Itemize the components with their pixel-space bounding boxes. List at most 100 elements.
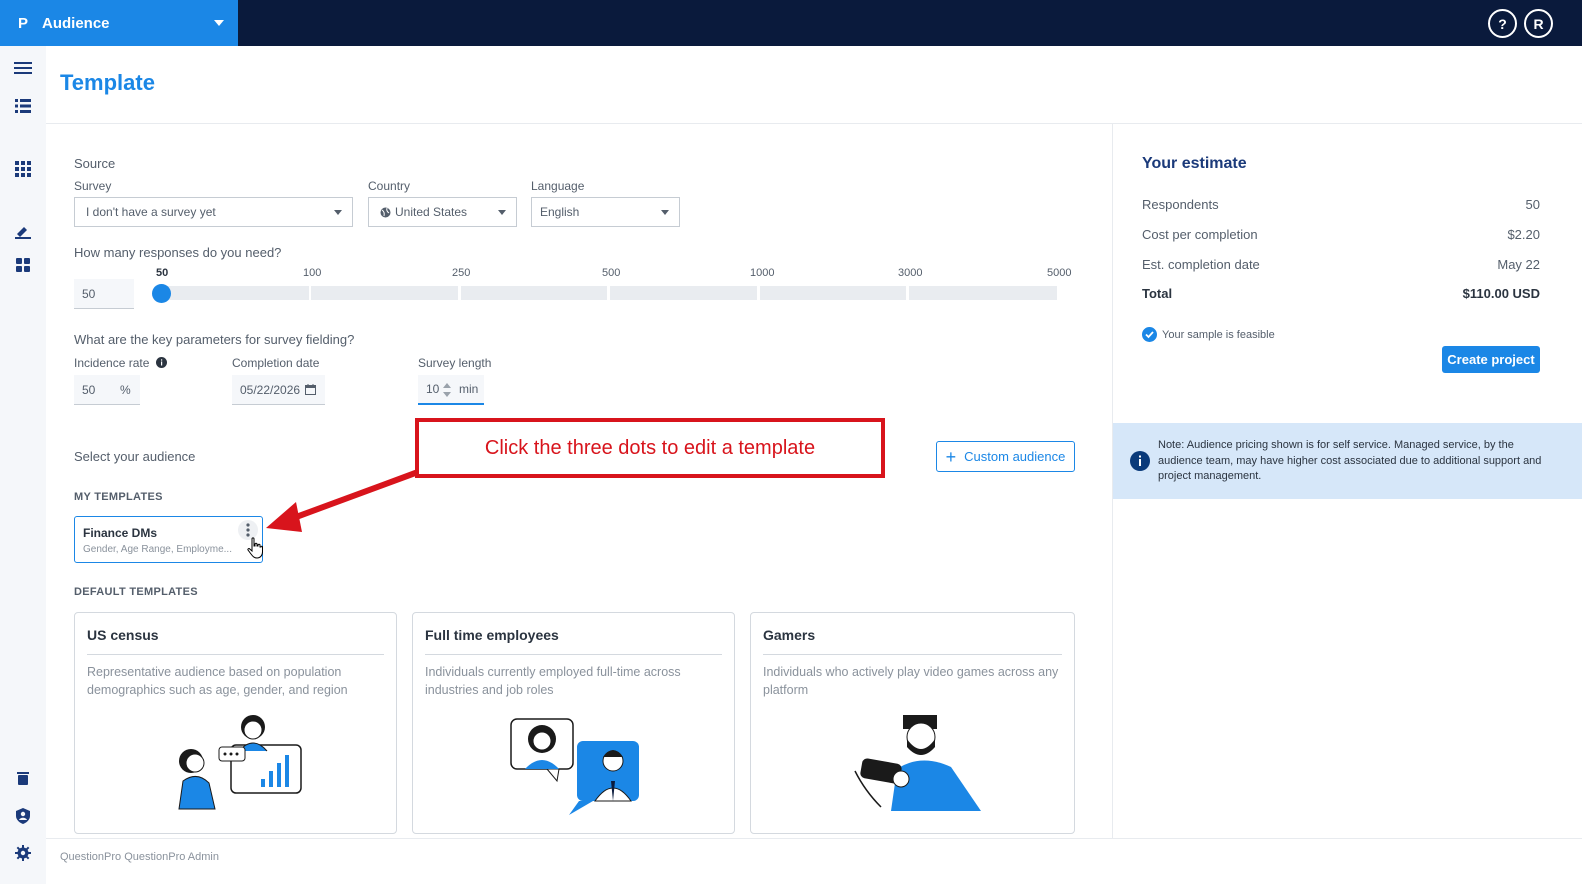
my-templates-heading: MY TEMPLATES [74, 491, 163, 503]
plus-icon: + [945, 446, 957, 467]
slider-handle[interactable] [152, 284, 171, 303]
feasible-text: Your sample is feasible [1162, 328, 1275, 341]
pricing-note-text: Note: Audience pricing shown is for self… [1158, 439, 1542, 482]
incidence-label: Incidence rate [74, 356, 167, 370]
country-select-value: United States [395, 205, 468, 219]
template-description: Representative audience based on populat… [87, 665, 348, 697]
incidence-input[interactable]: 50 % [74, 375, 140, 405]
survey-length-label: Survey length [418, 356, 492, 370]
select-audience-label: Select your audience [74, 449, 196, 464]
completion-date-input[interactable]: 05/22/2026 [232, 375, 325, 405]
estimate-value: May 22 [1497, 257, 1540, 272]
estimate-label: Total [1142, 286, 1173, 301]
template-description: Individuals who actively play video game… [763, 665, 1059, 697]
estimate-label: Cost per completion [1142, 227, 1258, 242]
slider-track-segment[interactable] [909, 286, 1057, 300]
estimate-row-cost: Cost per completion $2.20 [1142, 227, 1540, 242]
feasible-status: Your sample is feasible [1142, 327, 1275, 342]
template-card-us-census[interactable]: US census Representative audience based … [74, 612, 397, 834]
check-circle-icon [1142, 327, 1157, 342]
edit-icon[interactable] [13, 222, 33, 242]
user-shield-icon[interactable] [13, 806, 33, 826]
hamburger-menu-icon[interactable] [13, 58, 33, 78]
template-title: Gamers [763, 627, 816, 643]
number-spinner-icon[interactable] [443, 383, 451, 397]
gamer-illustration [854, 715, 981, 811]
slider-track-segment[interactable] [311, 286, 458, 300]
survey-label: Survey [74, 179, 112, 193]
slider-tick-label: 1000 [750, 267, 775, 279]
estimate-row-respondents: Respondents 50 [1142, 197, 1540, 212]
caret-down-icon [498, 210, 506, 215]
language-select[interactable]: English [531, 197, 680, 227]
estimate-label: Est. completion date [1142, 257, 1260, 272]
footer-text: QuestionPro QuestionPro Admin [60, 851, 219, 863]
page-header: Template [46, 46, 1582, 124]
slider-tick-label: 3000 [898, 267, 923, 279]
hand-cursor-icon [247, 537, 263, 559]
language-label: Language [531, 179, 585, 193]
trash-icon[interactable] [13, 768, 33, 788]
list-icon[interactable] [13, 96, 33, 116]
apps-grid-icon[interactable] [13, 159, 33, 179]
survey-length-unit: min [459, 382, 479, 396]
app-switcher[interactable]: P Audience [0, 0, 238, 46]
create-project-button[interactable]: Create project [1442, 346, 1540, 373]
estimate-value: 50 [1525, 197, 1540, 212]
top-bar: P Audience ? R [0, 0, 1582, 46]
annotation-arrow-icon [266, 469, 420, 532]
default-templates-heading: DEFAULT TEMPLATES [74, 586, 198, 598]
estimate-row-total: Total $110.00 USD [1142, 286, 1540, 301]
video-call-illustration [510, 718, 639, 815]
help-button[interactable]: ? [1488, 9, 1517, 38]
people-with-chart-illustration [178, 715, 302, 810]
survey-length-value: 10 [426, 382, 440, 396]
incidence-value: 50 [82, 382, 96, 397]
divider [763, 654, 1062, 655]
incidence-label-text: Incidence rate [74, 356, 150, 370]
dashboard-icon[interactable] [13, 255, 33, 275]
country-label: Country [368, 179, 411, 193]
estimate-panel: Your estimate Respondents 50 Cost per com… [1112, 124, 1582, 838]
survey-select[interactable]: I don't have a survey yet [74, 197, 353, 227]
estimate-value: $2.20 [1507, 227, 1540, 242]
settings-gear-icon[interactable] [13, 843, 33, 863]
country-select[interactable]: United States [368, 197, 517, 227]
custom-audience-button[interactable]: + Custom audience [936, 441, 1075, 472]
caret-down-icon [661, 210, 669, 215]
slider-tick-label: 500 [602, 267, 621, 279]
user-avatar-button[interactable]: R [1524, 9, 1553, 38]
globe-icon [380, 207, 391, 217]
slider-tick-label: 100 [303, 267, 322, 279]
survey-length-input[interactable]: 10 min [418, 375, 484, 405]
divider [87, 654, 384, 655]
divider [425, 654, 722, 655]
caret-down-icon [334, 210, 342, 215]
estimate-title: Your estimate [1142, 155, 1247, 172]
completion-date-value: 05/22/2026 [240, 382, 301, 397]
slider-track-segment[interactable] [161, 286, 309, 300]
pricing-note: Note: Audience pricing shown is for self… [1113, 423, 1582, 499]
survey-select-value: I don't have a survey yet [86, 205, 216, 219]
slider-tick-label: 50 [156, 267, 169, 279]
slider-tick-label: 5000 [1047, 267, 1072, 279]
my-template-subtitle: Gender, Age Range, Employme... [83, 544, 232, 555]
slider-track-segment[interactable] [760, 286, 906, 300]
template-title: Full time employees [425, 627, 559, 643]
info-icon[interactable] [155, 357, 167, 368]
my-template-card[interactable]: Finance DMs Gender, Age Range, Employme.… [74, 516, 263, 563]
questionpro-logo-icon: P [18, 14, 29, 32]
estimate-label: Respondents [1142, 197, 1219, 212]
template-title: US census [87, 627, 159, 643]
slider-track-segment[interactable] [610, 286, 757, 300]
responses-input[interactable]: 50 [74, 279, 134, 309]
template-card-gamers[interactable]: Gamers Individuals who actively play vid… [750, 612, 1075, 834]
chevron-down-icon [214, 20, 224, 26]
responses-question: How many responses do you need? [74, 245, 282, 260]
template-card-full-time-employees[interactable]: Full time employees Individuals currentl… [412, 612, 735, 834]
incidence-unit: % [120, 382, 131, 397]
slider-tick-label: 250 [452, 267, 471, 279]
estimate-row-completion-date: Est. completion date May 22 [1142, 257, 1540, 272]
calendar-icon[interactable] [305, 384, 316, 395]
slider-track-segment[interactable] [461, 286, 607, 300]
